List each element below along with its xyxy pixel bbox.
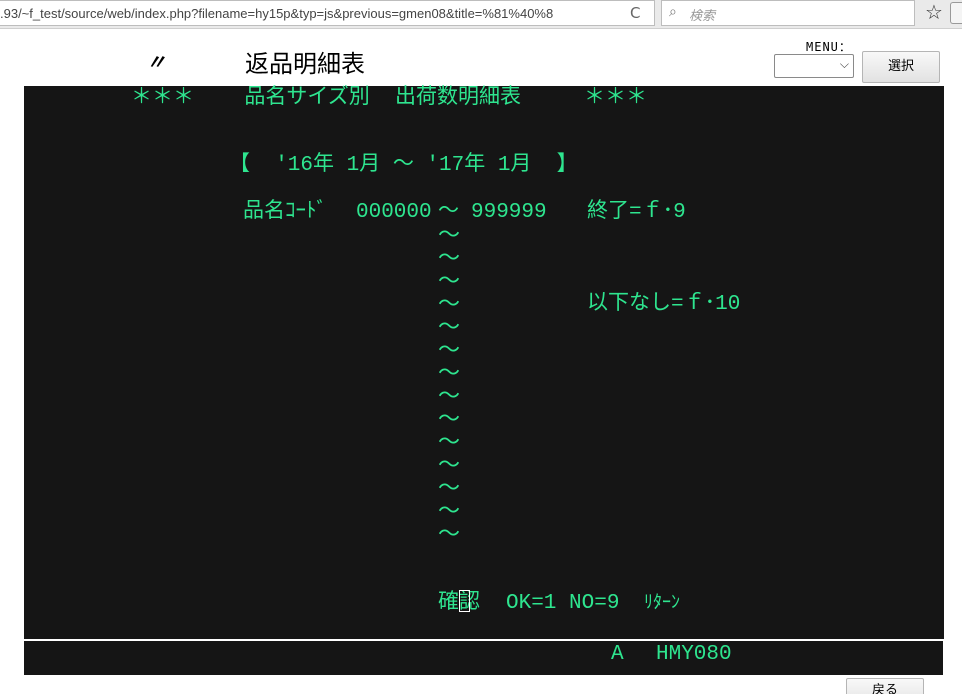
search-placeholder[interactable]: 検索 bbox=[689, 5, 715, 24]
status-bar: A HMY080 bbox=[24, 641, 943, 675]
tilde-row: ～ bbox=[438, 338, 461, 363]
bookmark-star-icon[interactable]: ☆ bbox=[925, 0, 943, 24]
mode-indicator: A bbox=[611, 643, 624, 666]
tilde-row: ～ bbox=[438, 522, 461, 547]
return-key-hint: ﾘﾀｰﾝ bbox=[644, 594, 680, 614]
page: .93/~f_test/source/web/index.php?filenam… bbox=[0, 0, 962, 694]
range-separator: ～ bbox=[438, 201, 459, 224]
code-to-field[interactable]: 999999 bbox=[471, 201, 547, 225]
menu-label: MENU： bbox=[806, 40, 852, 54]
tilde-row: ～ bbox=[438, 453, 461, 478]
period-range: 【 '16年 1月 ～ '17年 1月 】 bbox=[229, 154, 578, 177]
page-title: 返品明細表 bbox=[245, 50, 365, 78]
code-label: 品名ｺｰﾄﾞ bbox=[243, 201, 327, 224]
tilde-row: ～ bbox=[438, 499, 461, 524]
bookmarks-menu-button[interactable] bbox=[950, 2, 962, 24]
tilde-row: ～ bbox=[438, 223, 461, 248]
terminal-screen: ＊＊＊ 品名サイズ別 出荷数明細表 ＊＊＊ 【 '16年 1月 ～ '17年 1… bbox=[24, 86, 944, 639]
none-below-key-hint: 以下なし=ｆ･10 bbox=[587, 293, 741, 316]
ditto-mark: 〃 bbox=[146, 50, 166, 74]
confirm-options: OK=1 NO=9 bbox=[506, 592, 620, 615]
chevron-down-icon: ⌵ bbox=[839, 57, 849, 71]
tilde-row: ～ bbox=[438, 430, 461, 455]
reload-icon[interactable]: C bbox=[630, 4, 640, 22]
back-button[interactable]: 戻る bbox=[846, 678, 924, 694]
browser-search-input[interactable]: ⌕ 検索 bbox=[661, 0, 915, 26]
report-heading: ＊＊＊ 品名サイズ別 出荷数明細表 ＊＊＊ bbox=[131, 87, 647, 110]
menu-select[interactable]: ⌵ bbox=[774, 54, 854, 78]
search-icon: ⌕ bbox=[669, 4, 677, 20]
tilde-row: ～ bbox=[438, 384, 461, 409]
end-key-hint: 終了=ｆ･9 bbox=[587, 201, 686, 224]
tilde-row: ～ bbox=[438, 407, 461, 432]
tilde-row: ～ bbox=[438, 476, 461, 501]
tilde-row: ～ bbox=[438, 269, 461, 294]
tilde-row: ～ bbox=[438, 361, 461, 386]
confirm-input-cursor[interactable] bbox=[459, 590, 470, 612]
select-button[interactable]: 選択 bbox=[862, 51, 940, 83]
browser-toolbar: .93/~f_test/source/web/index.php?filenam… bbox=[0, 0, 962, 29]
tilde-row: ～ bbox=[438, 246, 461, 271]
tilde-row: ～ bbox=[438, 315, 461, 340]
address-text[interactable]: .93/~f_test/source/web/index.php?filenam… bbox=[0, 6, 600, 21]
screen-id: HMY080 bbox=[656, 643, 732, 666]
tilde-row: ～ bbox=[438, 292, 461, 317]
code-from-field[interactable]: 000000 bbox=[356, 201, 432, 225]
address-bar[interactable]: .93/~f_test/source/web/index.php?filenam… bbox=[0, 0, 655, 26]
